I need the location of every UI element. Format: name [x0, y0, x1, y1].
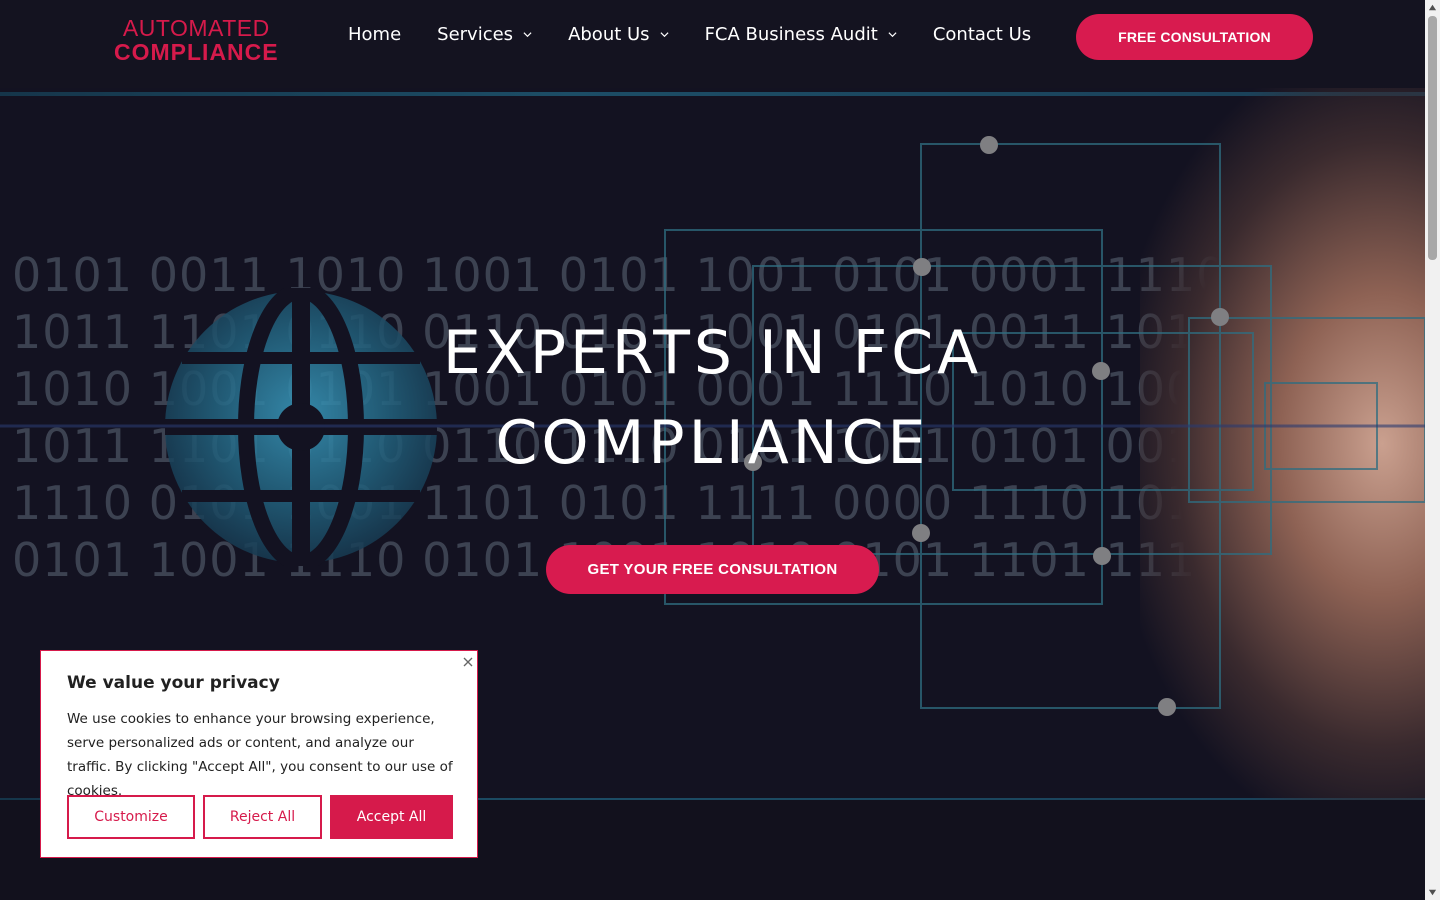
cookie-text: We use cookies to enhance your browsing … [67, 711, 453, 799]
scroll-down-arrow-icon[interactable] [1428, 888, 1437, 897]
nav-label: About Us [568, 24, 650, 45]
close-icon[interactable] [461, 655, 475, 669]
nav-item-home[interactable]: Home [348, 24, 401, 45]
site-header: AUTOMATED COMPLIANCE Home Services About… [0, 0, 1425, 88]
nav-item-fca-business-audit[interactable]: FCA Business Audit [705, 24, 897, 45]
nav-item-contact-us[interactable]: Contact Us [933, 24, 1031, 45]
main-nav: Home Services About Us FCA Business Audi… [348, 24, 1067, 45]
logo-line-1: AUTOMATED [122, 15, 270, 41]
scroll-up-arrow-icon[interactable] [1428, 3, 1437, 12]
cookie-consent-banner: We value your privacy We use cookies to … [40, 650, 478, 858]
chevron-down-icon [660, 32, 669, 38]
hero-title-line-2: COMPLIANCE [495, 408, 930, 478]
nav-label: Services [437, 24, 514, 45]
site-logo[interactable]: AUTOMATED COMPLIANCE [114, 17, 279, 64]
page-scrollbar[interactable] [1425, 0, 1440, 900]
nav-label: Home [348, 24, 402, 45]
get-free-consultation-button[interactable]: GET YOUR FREE CONSULTATION [546, 545, 879, 594]
logo-line-2: COMPLIANCE [114, 39, 279, 65]
nav-label: Contact Us [932, 24, 1032, 45]
accept-all-button[interactable]: Accept All [330, 795, 453, 839]
chevron-down-icon [888, 32, 897, 38]
chevron-down-icon [523, 32, 532, 38]
free-consultation-button[interactable]: FREE CONSULTATION [1076, 14, 1313, 60]
hero-title: EXPERTS IN FCA COMPLIANCE [420, 308, 1005, 488]
nav-label: FCA Business Audit [704, 24, 878, 45]
cookie-title: We value your privacy [67, 673, 280, 693]
reject-all-button[interactable]: Reject All [203, 795, 322, 839]
customize-button[interactable]: Customize [67, 795, 195, 839]
nav-item-about-us[interactable]: About Us [568, 24, 669, 45]
hero-title-line-1: EXPERTS IN FCA [442, 318, 983, 388]
nav-item-services[interactable]: Services [437, 24, 532, 45]
scrollbar-thumb[interactable] [1428, 16, 1437, 260]
